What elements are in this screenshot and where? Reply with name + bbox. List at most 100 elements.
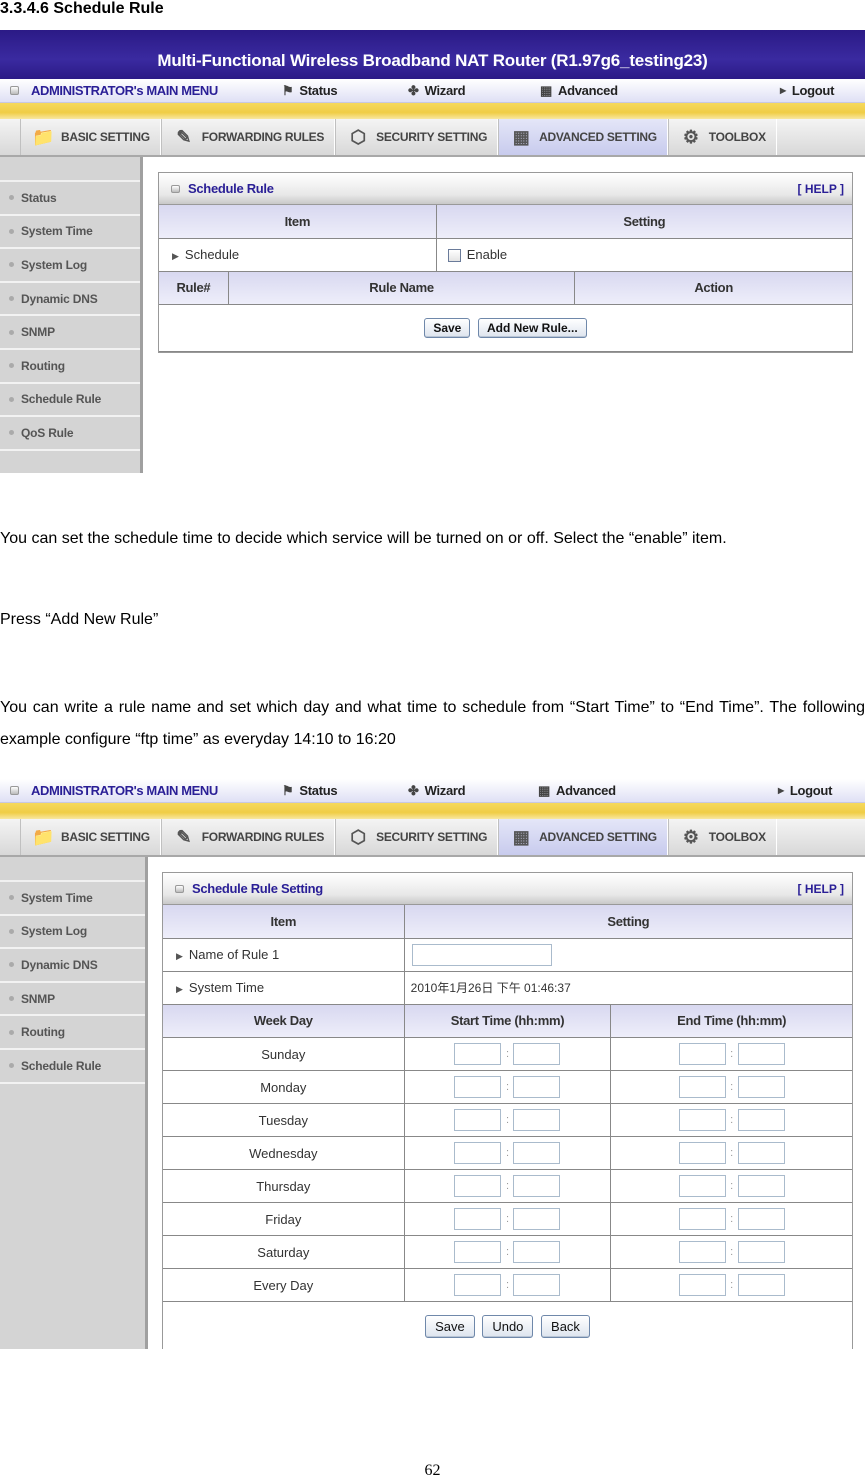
start-hour-input[interactable] bbox=[454, 1241, 502, 1263]
sidebar-item-routing[interactable]: Routing bbox=[0, 349, 140, 384]
rule-name-input[interactable] bbox=[411, 943, 552, 966]
end-hour-input[interactable] bbox=[678, 1175, 726, 1197]
menu-logout[interactable]: ▶ Logout bbox=[780, 83, 834, 98]
help-link[interactable]: [ HELP ] bbox=[798, 182, 844, 196]
start-minute-input[interactable] bbox=[513, 1241, 561, 1263]
panel-header: Schedule Rule [ HELP ] bbox=[159, 173, 852, 205]
start-hour-input[interactable] bbox=[454, 1142, 502, 1164]
end-hour-input[interactable] bbox=[678, 1043, 726, 1065]
tab-security-setting[interactable]: ⬡ SECURITY SETTING bbox=[335, 819, 499, 855]
weekday-label: Sunday bbox=[163, 1037, 405, 1071]
end-minute-input[interactable] bbox=[737, 1043, 785, 1065]
sidebar-item-system-log[interactable]: System Log bbox=[0, 249, 140, 283]
menu-wizard[interactable]: ✤ Wizard bbox=[408, 782, 466, 799]
start-minute-input[interactable] bbox=[513, 1208, 561, 1230]
tab-bar: 📁 BASIC SETTING ✎ FORWARDING RULES ⬡ SECURI… bbox=[0, 819, 865, 857]
tab-forwarding-rules[interactable]: ✎ FORWARDING RULES bbox=[160, 119, 336, 155]
wizard-icon: ✤ bbox=[408, 782, 419, 798]
end-hour-input[interactable] bbox=[678, 1142, 726, 1164]
end-minute-input[interactable] bbox=[737, 1142, 785, 1164]
end-hour-input[interactable] bbox=[678, 1208, 726, 1230]
start-hour-input[interactable] bbox=[454, 1076, 502, 1098]
save-button[interactable]: Save bbox=[425, 1314, 475, 1338]
toolbox-icon: ⚙ bbox=[682, 827, 699, 847]
end-minute-input[interactable] bbox=[737, 1175, 785, 1197]
start-minute-input[interactable] bbox=[513, 1043, 561, 1065]
sidebar-item-system-time[interactable]: System Time bbox=[0, 215, 140, 250]
end-minute-input[interactable] bbox=[737, 1109, 785, 1131]
bullet-icon bbox=[9, 262, 14, 268]
decorative-yellow-bar bbox=[0, 803, 865, 819]
start-hour-input[interactable] bbox=[454, 1274, 502, 1296]
help-link[interactable]: [ HELP ] bbox=[798, 882, 844, 896]
tab-toolbox[interactable]: ⚙ TOOLBOX bbox=[667, 119, 777, 155]
sidebar-item-system-log[interactable]: System Log bbox=[0, 915, 145, 950]
menu-logout[interactable]: ▶ Logout bbox=[778, 783, 832, 798]
start-hour-input[interactable] bbox=[454, 1109, 502, 1131]
bullet-icon bbox=[9, 396, 14, 402]
schedule-settings-table: Item Setting ▶ Schedule Enable bbox=[159, 205, 852, 272]
forwarding-icon: ✎ bbox=[176, 827, 192, 847]
sidebar-item-status[interactable]: Status bbox=[0, 182, 140, 216]
weekday-row: Every Day:: bbox=[163, 1268, 852, 1302]
sidebar-item-routing[interactable]: Routing bbox=[0, 1016, 145, 1050]
start-minute-input[interactable] bbox=[513, 1076, 561, 1098]
bullet-icon bbox=[9, 1029, 14, 1035]
panel-header: Schedule Rule Setting [ HELP ] bbox=[163, 873, 852, 905]
sidebar-item-schedule-rule[interactable]: Schedule Rule bbox=[0, 1049, 145, 1084]
add-new-rule-button[interactable]: Add New Rule... bbox=[477, 318, 587, 338]
menu-advanced[interactable]: ▦ Advanced bbox=[538, 783, 616, 799]
start-minute-input[interactable] bbox=[513, 1109, 561, 1131]
sidebar-item-snmp[interactable]: SNMP bbox=[0, 316, 140, 350]
tab-advanced-setting[interactable]: ▦ ADVANCED SETTING bbox=[498, 819, 668, 855]
time-separator: : bbox=[505, 1246, 510, 1258]
status-person-icon: ⚑ bbox=[282, 82, 294, 98]
menu-status[interactable]: ⚑ Status bbox=[282, 783, 338, 799]
column-header-item: Item bbox=[163, 905, 405, 939]
save-button[interactable]: Save bbox=[424, 318, 471, 338]
sidebar-item-dynamic-dns[interactable]: Dynamic DNS bbox=[0, 949, 145, 983]
back-button[interactable]: Back bbox=[541, 1314, 590, 1338]
weekday-label: Every Day bbox=[163, 1268, 405, 1302]
start-minute-input[interactable] bbox=[513, 1175, 561, 1197]
weekday-row: Wednesday:: bbox=[163, 1136, 852, 1170]
end-minute-input[interactable] bbox=[737, 1208, 785, 1230]
rule-name-label: Name of Rule 1 bbox=[188, 947, 280, 962]
tab-toolbox[interactable]: ⚙ TOOLBOX bbox=[667, 819, 777, 855]
bullet-icon bbox=[9, 363, 14, 369]
wizard-icon: ✤ bbox=[408, 82, 419, 98]
start-minute-input[interactable] bbox=[513, 1142, 561, 1164]
weekday-row: Friday:: bbox=[163, 1202, 852, 1236]
start-minute-input[interactable] bbox=[513, 1274, 561, 1296]
tab-advanced-setting[interactable]: ▦ ADVANCED SETTING bbox=[498, 119, 668, 155]
router-banner: Multi-Functional Wireless Broadband NAT … bbox=[0, 30, 865, 79]
end-hour-input[interactable] bbox=[678, 1241, 726, 1263]
undo-button[interactable]: Undo bbox=[482, 1314, 534, 1338]
end-minute-input[interactable] bbox=[737, 1274, 785, 1296]
sidebar-item-qos-rule[interactable]: QoS Rule bbox=[0, 417, 140, 451]
panel-title: Schedule Rule Setting bbox=[192, 881, 323, 896]
sidebar-item-snmp[interactable]: SNMP bbox=[0, 982, 145, 1017]
weekday-label: Saturday bbox=[163, 1235, 405, 1269]
end-hour-input[interactable] bbox=[678, 1109, 726, 1131]
tab-basic-setting[interactable]: 📁 BASIC SETTING bbox=[20, 119, 161, 155]
start-hour-input[interactable] bbox=[454, 1175, 502, 1197]
start-hour-input[interactable] bbox=[454, 1043, 502, 1065]
sidebar-item-system-time[interactable]: System Time bbox=[0, 882, 145, 916]
menu-wizard[interactable]: ✤ Wizard bbox=[408, 82, 466, 99]
menu-status[interactable]: ⚑ Status bbox=[282, 82, 338, 99]
end-minute-input[interactable] bbox=[737, 1241, 785, 1263]
menu-advanced[interactable]: ▦ Advanced bbox=[540, 83, 618, 99]
sidebar-item-dynamic-dns[interactable]: Dynamic DNS bbox=[0, 282, 140, 317]
sidebar-item-schedule-rule[interactable]: Schedule Rule bbox=[0, 383, 140, 418]
tab-basic-setting[interactable]: 📁 BASIC SETTING bbox=[20, 819, 161, 855]
end-hour-input[interactable] bbox=[678, 1076, 726, 1098]
end-hour-input[interactable] bbox=[678, 1274, 726, 1296]
end-minute-input[interactable] bbox=[737, 1076, 785, 1098]
start-hour-input[interactable] bbox=[454, 1208, 502, 1230]
time-separator: : bbox=[505, 1213, 510, 1225]
tab-forwarding-rules[interactable]: ✎ FORWARDING RULES bbox=[160, 819, 336, 855]
bullet-icon bbox=[9, 895, 14, 901]
enable-checkbox[interactable] bbox=[447, 249, 461, 263]
tab-security-setting[interactable]: ⬡ SECURITY SETTING bbox=[335, 119, 499, 155]
